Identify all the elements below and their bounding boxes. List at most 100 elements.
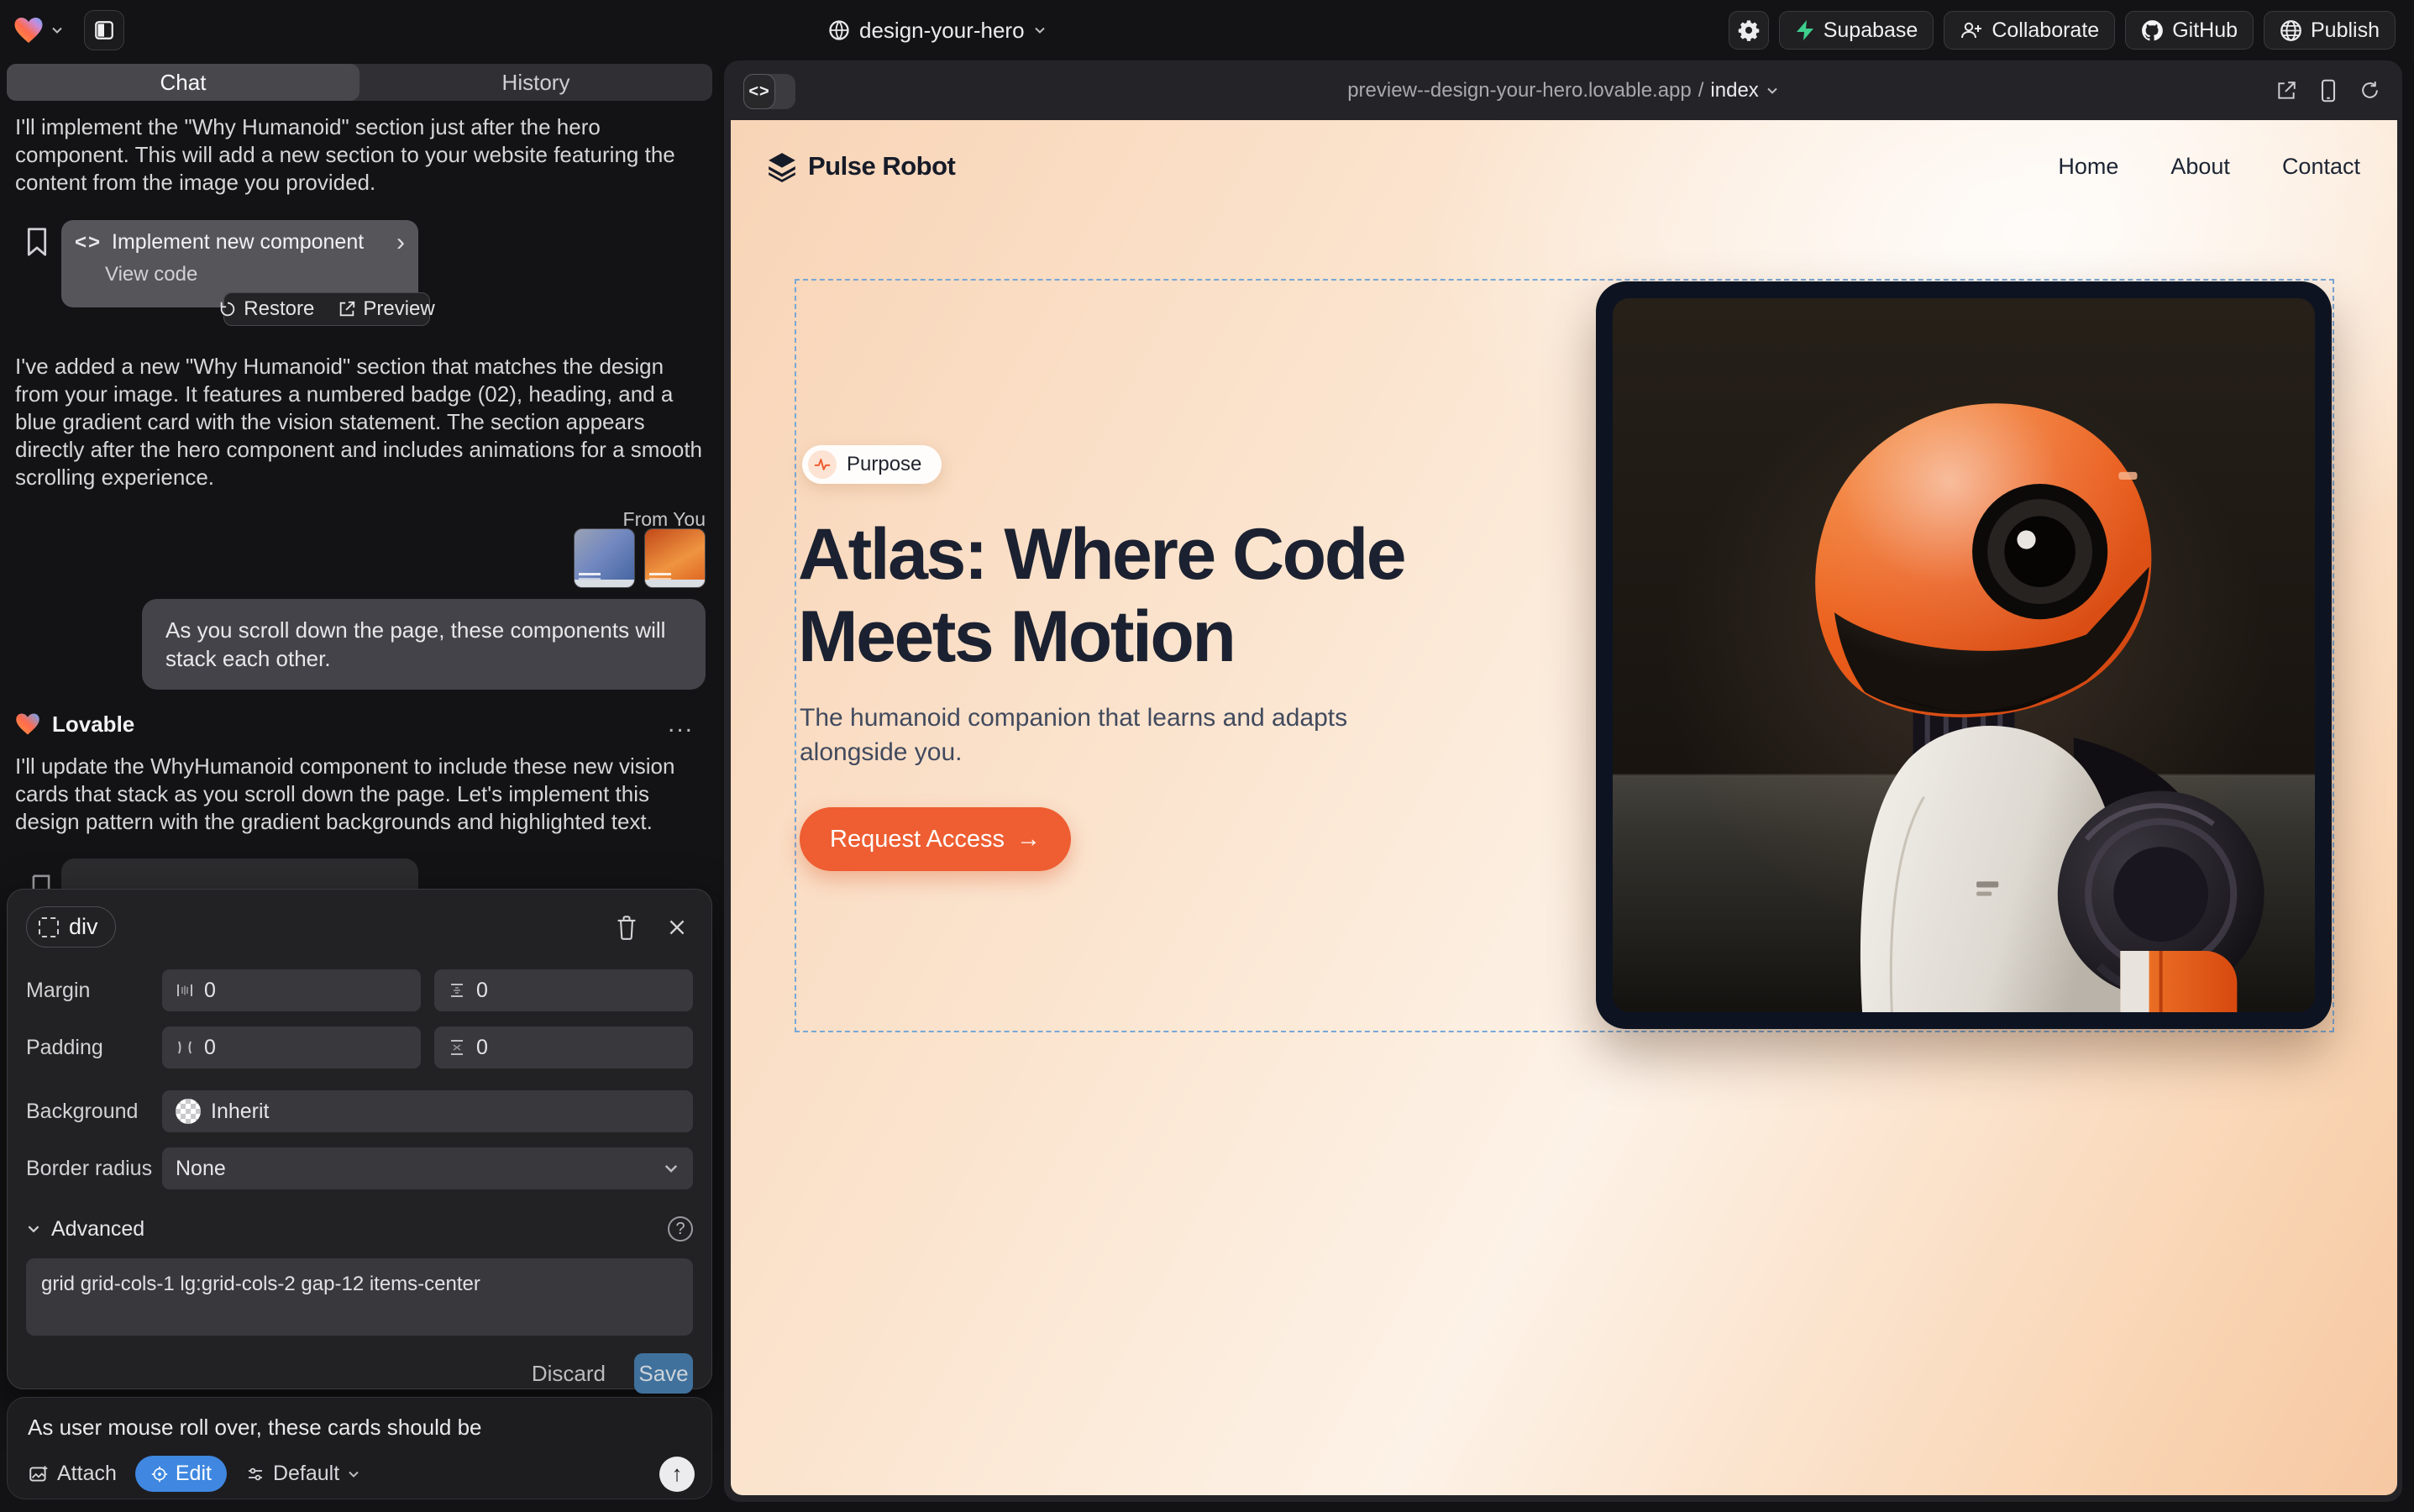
advanced-section-toggle[interactable]: Advanced ? — [26, 1216, 693, 1242]
code-icon: <> — [75, 231, 102, 255]
chevron-down-icon — [347, 1467, 360, 1481]
help-icon[interactable]: ? — [668, 1216, 693, 1242]
edit-mode-button[interactable]: Edit — [135, 1456, 227, 1492]
transparency-swatch-icon — [176, 1099, 201, 1124]
bookmark-icon[interactable] — [25, 227, 49, 257]
margin-y-input[interactable]: 0 — [434, 969, 693, 1011]
dashed-selection-icon — [39, 917, 59, 937]
advanced-label: Advanced — [51, 1217, 144, 1242]
preview-url-host: preview--design-your-hero.lovable.app — [1347, 79, 1692, 102]
inspector-header: div — [26, 906, 693, 948]
preview-panel: <> preview--design-your-hero.lovable.app… — [724, 60, 2402, 1502]
inspector-footer: Discard Save — [26, 1353, 693, 1394]
margin-x-input[interactable]: 0 — [162, 969, 421, 1011]
purpose-badge-label: Purpose — [847, 453, 921, 476]
bookmark-icon — [30, 874, 52, 890]
padding-y-input[interactable]: 0 — [434, 1026, 693, 1068]
preview-url-separator: / — [1698, 79, 1704, 102]
padding-x-input[interactable]: 0 — [162, 1026, 421, 1068]
refresh-icon[interactable] — [2359, 80, 2380, 101]
background-input[interactable]: Inherit — [162, 1090, 693, 1132]
save-button[interactable]: Save — [634, 1353, 693, 1394]
thumbnail-text-decoration — [649, 573, 671, 575]
hero-subheading: The humanoid companion that learns and a… — [800, 701, 1371, 769]
view-code-link[interactable]: View code — [105, 263, 405, 286]
gear-icon — [1737, 18, 1761, 42]
border-radius-select[interactable]: None — [162, 1147, 693, 1189]
toggle-sidebar-button[interactable] — [84, 10, 124, 50]
message-more-button[interactable]: ... — [668, 710, 694, 738]
restore-button[interactable]: Restore — [210, 297, 323, 321]
nav-link-contact[interactable]: Contact — [2282, 154, 2360, 180]
preview-toolbar: <> preview--design-your-hero.lovable.app… — [724, 60, 2402, 120]
arrow-right-icon: → — [1016, 826, 1041, 853]
lovable-heart-icon — [15, 712, 40, 736]
padding-row: Padding 0 0 — [26, 1026, 693, 1068]
from-you-label: From You — [623, 508, 706, 531]
model-selector[interactable]: Default — [245, 1462, 360, 1486]
assistant-message-2: I've added a new "Why Humanoid" section … — [15, 353, 706, 491]
robot-image — [1613, 298, 2315, 1012]
margin-vertical-icon — [448, 981, 466, 1000]
padding-y-value: 0 — [476, 1036, 488, 1060]
discard-button[interactable]: Discard — [532, 1361, 606, 1387]
nav-link-about[interactable]: About — [2170, 154, 2230, 180]
pulse-icon — [808, 450, 837, 479]
github-button[interactable]: GitHub — [2125, 11, 2254, 50]
margin-label: Margin — [26, 979, 162, 1003]
lovable-menu-button[interactable] — [13, 16, 64, 45]
user-message-bubble: As you scroll down the page, these compo… — [142, 599, 706, 690]
nav-link-home[interactable]: Home — [2058, 154, 2118, 180]
thumbnail-footer-strip — [645, 580, 705, 587]
site-nav-links: Home About Contact — [2058, 154, 2360, 180]
site-brand[interactable]: Pulse Robot — [766, 150, 955, 182]
project-selector[interactable]: design-your-hero — [827, 0, 1047, 60]
advanced-classes-textarea[interactable]: grid grid-cols-1 lg:grid-cols-2 gap-12 i… — [26, 1258, 693, 1336]
open-in-new-window-icon[interactable] — [2275, 80, 2297, 102]
assistant-message-3: I'll update the WhyHumanoid component to… — [15, 753, 706, 836]
sliders-icon — [245, 1464, 265, 1484]
supabase-button[interactable]: Supabase — [1779, 11, 1934, 50]
border-radius-value: None — [176, 1157, 226, 1181]
layers-logo-icon — [766, 150, 798, 182]
collaborate-label: Collaborate — [1992, 18, 2099, 43]
globe-icon — [827, 18, 851, 42]
mobile-view-icon[interactable] — [2319, 79, 2338, 102]
tab-chat[interactable]: Chat — [7, 64, 359, 101]
assistant-name: Lovable — [52, 711, 134, 738]
preview-url-bar[interactable]: preview--design-your-hero.lovable.app / … — [724, 60, 2402, 120]
github-label: GitHub — [2172, 18, 2238, 43]
send-button[interactable]: ↑ — [659, 1457, 695, 1492]
chat-history-tabs: Chat History — [7, 64, 712, 101]
selected-element-chip[interactable]: div — [26, 906, 116, 948]
publish-globe-icon — [2280, 19, 2302, 42]
purpose-badge: Purpose — [802, 445, 942, 484]
chat-input[interactable] — [28, 1415, 695, 1441]
settings-button[interactable] — [1729, 11, 1769, 50]
preview-button[interactable]: Preview — [329, 297, 443, 321]
tab-history[interactable]: History — [359, 64, 712, 101]
composer-toolbar: Attach Edit Default — [28, 1456, 695, 1492]
top-bar-actions: Supabase Collaborate GitHub Publish — [1729, 11, 2396, 50]
publish-label: Publish — [2311, 18, 2380, 43]
preview-toolbar-icons — [2275, 60, 2380, 120]
padding-horizontal-icon — [176, 1038, 194, 1057]
attach-button[interactable]: Attach — [28, 1462, 117, 1486]
attachment-thumbnails — [574, 528, 706, 588]
attachment-image-2[interactable] — [644, 528, 706, 588]
supabase-icon — [1795, 19, 1815, 41]
hero-heading: Atlas: Where Code Meets Motion — [798, 513, 1470, 678]
top-bar: design-your-hero Supabase Collaborate — [0, 0, 2414, 60]
trash-icon[interactable] — [616, 915, 638, 940]
attachment-image-1[interactable] — [574, 528, 635, 588]
site-navbar: Pulse Robot Home About Contact — [766, 150, 2360, 182]
request-access-button[interactable]: Request Access → — [800, 807, 1071, 871]
publish-button[interactable]: Publish — [2264, 11, 2396, 50]
close-icon[interactable] — [666, 916, 688, 938]
collaborate-button[interactable]: Collaborate — [1944, 11, 2115, 50]
padding-x-value: 0 — [204, 1036, 216, 1060]
background-label: Background — [26, 1100, 162, 1124]
margin-y-value: 0 — [476, 979, 488, 1003]
assistant-message-1: I'll implement the "Why Humanoid" sectio… — [15, 113, 706, 197]
user-plus-icon — [1960, 19, 1983, 41]
